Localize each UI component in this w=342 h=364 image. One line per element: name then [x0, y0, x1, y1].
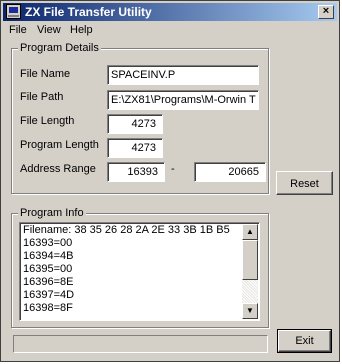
- list-item: 16395=00: [23, 263, 73, 275]
- scroll-down-icon[interactable]: ▼: [242, 303, 258, 319]
- list-item: 16398=8F: [23, 302, 73, 314]
- vertical-scrollbar[interactable]: ▲ ▼: [242, 224, 258, 319]
- menu-help[interactable]: Help: [70, 24, 93, 36]
- window-title: ZX File Transfer Utility: [25, 5, 152, 19]
- program-info-list[interactable]: Filename: 38 35 26 28 2A 2E 33 3B 1B B5 …: [19, 222, 260, 321]
- file-name-field[interactable]: SPACEINV.P: [107, 65, 259, 85]
- reset-button[interactable]: Reset: [276, 171, 333, 195]
- list-item: 16397=4D: [23, 289, 75, 301]
- list-item: 16396=8E: [23, 276, 74, 288]
- file-path-field[interactable]: E:\ZX81\Programs\M-Orwin T: [107, 90, 259, 110]
- reset-label: Reset: [290, 178, 319, 190]
- menu-file[interactable]: File: [9, 24, 27, 36]
- address-end-field[interactable]: 20665: [194, 162, 266, 182]
- address-separator: -: [171, 163, 175, 175]
- list-item: Filename: 38 35 26 28 2A 2E 33 3B 1B B5: [23, 224, 230, 236]
- address-start-field[interactable]: 16393: [107, 162, 165, 182]
- list-item: 16393=00: [23, 237, 73, 249]
- exit-label: Exit: [295, 335, 314, 347]
- file-length-label: File Length: [20, 115, 75, 127]
- scroll-thumb[interactable]: [242, 240, 258, 280]
- menu-view[interactable]: View: [37, 24, 61, 36]
- computer-icon: [6, 4, 21, 19]
- list-item: 16394=4B: [23, 250, 74, 262]
- file-path-label: File Path: [20, 91, 64, 103]
- file-name-label: File Name: [20, 68, 71, 80]
- program-length-label: Program Length: [20, 139, 99, 151]
- close-button[interactable]: ×: [318, 5, 334, 19]
- program-details-title: Program Details: [18, 42, 101, 54]
- program-info-title: Program Info: [18, 207, 86, 219]
- transfer-progress-bar: [13, 335, 268, 353]
- app-window: ZX File Transfer Utility × File View Hel…: [0, 0, 340, 362]
- program-length-field[interactable]: 4273: [107, 138, 163, 158]
- exit-button[interactable]: Exit: [277, 329, 332, 353]
- title-bar[interactable]: ZX File Transfer Utility ×: [3, 3, 337, 21]
- scroll-up-icon[interactable]: ▲: [242, 224, 258, 240]
- address-range-label: Address Range: [20, 163, 96, 175]
- file-length-field[interactable]: 4273: [107, 114, 163, 134]
